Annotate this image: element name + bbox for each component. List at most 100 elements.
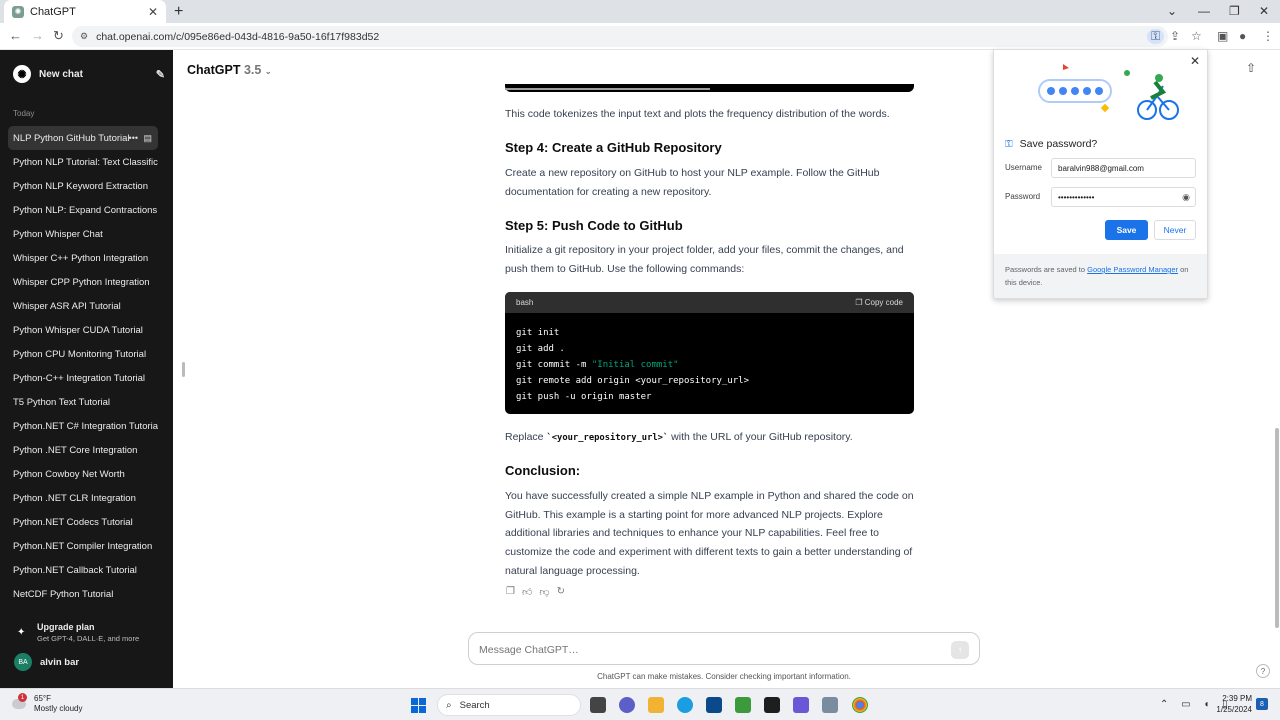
code-scrollbar[interactable]	[505, 88, 710, 90]
notepad-icon[interactable]	[735, 697, 751, 713]
reload-icon[interactable]: ↻	[53, 28, 64, 44]
edge-icon[interactable]	[677, 697, 693, 713]
copy-icon[interactable]: ❐	[506, 586, 515, 598]
edit-icon[interactable]: ✎	[156, 68, 165, 81]
sidebar-toggle-handle[interactable]	[182, 362, 185, 377]
close-tab-icon[interactable]: ✕	[148, 5, 158, 19]
conversation-item[interactable]: Whisper ASR API Tutorial	[8, 294, 158, 318]
conversation-item[interactable]: Whisper CPP Python Integration	[8, 270, 158, 294]
notification-badge[interactable]: 8	[1256, 698, 1268, 710]
address-bar[interactable]: ⚙ chat.openai.com/c/095e86ed-043d-4816-9…	[72, 26, 1168, 47]
app-icon[interactable]	[793, 697, 809, 713]
side-panel-icon[interactable]: ▣	[1217, 29, 1228, 43]
share-chat-icon[interactable]: ⇧	[1246, 61, 1256, 75]
paragraph-step5: Initialize a git repository in your proj…	[505, 244, 904, 275]
password-key-icon[interactable]: ⚿	[1147, 29, 1165, 44]
password-field[interactable]: ••••••••••••• ◉	[1051, 187, 1196, 207]
weather-temp: 65°F	[34, 694, 51, 703]
new-tab-icon[interactable]: +	[174, 3, 183, 21]
message-composer: ↑	[468, 632, 980, 665]
terminal-icon[interactable]	[764, 697, 780, 713]
user-menu[interactable]: BA alvin bar	[14, 653, 79, 671]
weather-widget[interactable]: 1 65°F Mostly cloudy	[10, 693, 83, 714]
conversation-title: T5 Python Text Tutorial	[13, 396, 110, 408]
tab-search-icon[interactable]: ⌄	[1167, 4, 1177, 18]
conversation-title: Python.NET Codecs Tutorial	[13, 516, 133, 528]
section-label-today: Today	[13, 109, 35, 118]
back-icon[interactable]: ←	[9, 28, 22, 43]
conversation-item[interactable]: Python NLP Tutorial: Text Classification	[8, 150, 158, 174]
conversation-item[interactable]: Python CPU Monitoring Tutorial	[8, 342, 158, 366]
conversation-item[interactable]: Python.NET Codecs Tutorial	[8, 510, 158, 534]
store-icon[interactable]	[706, 697, 722, 713]
avatar: BA	[14, 653, 32, 671]
minimize-icon[interactable]: —	[1198, 4, 1210, 18]
password-value: •••••••••••••	[1058, 193, 1095, 202]
conversation-item[interactable]: T5 Python Text Tutorial	[8, 390, 158, 414]
remote-desktop-icon[interactable]	[822, 697, 838, 713]
conversation-item[interactable]: Python NLP Keyword Extraction	[8, 174, 158, 198]
forward-icon[interactable]: →	[31, 28, 44, 43]
regenerate-icon[interactable]: ↻	[557, 586, 565, 598]
thumbs-up-icon[interactable]: 👍︎	[522, 586, 532, 598]
menu-icon[interactable]: ⋮	[1262, 29, 1274, 43]
conversation-item[interactable]: Python Whisper Chat	[8, 222, 158, 246]
code-line: git add .	[516, 344, 565, 354]
conversation-item[interactable]: Python .NET CLR Integration	[8, 486, 158, 510]
task-view-icon[interactable]	[590, 697, 606, 713]
dialog-title-text: Save password?	[1019, 138, 1098, 150]
save-password-dialog: ✕ ⚿ Save password? Username baralvin988@…	[993, 49, 1208, 299]
more-options-icon[interactable]: •••	[129, 133, 138, 143]
page-scrollbar[interactable]	[1274, 50, 1280, 690]
bookmark-star-icon[interactable]: ☆	[1191, 29, 1202, 43]
password-label: Password	[1005, 192, 1041, 201]
conversation-item[interactable]: Python-C++ Integration Tutorial	[8, 366, 158, 390]
dialog-footer: Passwords are saved to Google Password M…	[994, 254, 1207, 298]
windows-start-icon[interactable]	[411, 698, 427, 714]
weather-condition: Mostly cloudy	[34, 704, 83, 713]
chat-app-icon[interactable]	[619, 697, 635, 713]
upgrade-plan-button[interactable]: ✦ Upgrade plan Get GPT-4, DALL·E, and mo…	[8, 622, 165, 646]
eye-icon[interactable]: ◉	[1182, 192, 1190, 203]
new-chat-button[interactable]: ✺ New chat ✎	[8, 62, 165, 86]
conversation-item[interactable]: Python.NET Compiler Integration	[8, 534, 158, 558]
conversation-title: Python .NET CLR Integration	[13, 492, 136, 504]
never-button[interactable]: Never	[1154, 220, 1196, 240]
message-input[interactable]	[479, 641, 939, 659]
conversation-item[interactable]: NetCDF Python Tutorial	[8, 582, 158, 606]
close-icon[interactable]: ✕	[1190, 54, 1200, 68]
taskbar-search[interactable]: ⌕ Search	[437, 694, 581, 716]
file-explorer-icon[interactable]	[648, 697, 664, 713]
footer-pre: Passwords are saved to	[1005, 265, 1088, 274]
save-button[interactable]: Save	[1105, 220, 1148, 240]
conversation-item[interactable]: Python Cowboy Net Worth	[8, 462, 158, 486]
password-manager-link[interactable]: Google Password Manager	[1087, 265, 1178, 274]
site-info-icon[interactable]: ⚙	[80, 31, 88, 42]
browser-tab[interactable]: ✺ ChatGPT ✕	[4, 0, 166, 23]
username-field[interactable]: baralvin988@gmail.com	[1051, 158, 1196, 178]
close-window-icon[interactable]: ✕	[1259, 4, 1269, 18]
archive-icon[interactable]: ▤	[143, 133, 152, 144]
share-icon[interactable]: ⇪	[1170, 29, 1180, 43]
conversation-item[interactable]: Python .NET Core Integration	[8, 438, 158, 462]
conversation-item[interactable]: Python Whisper CUDA Tutorial	[8, 318, 158, 342]
chrome-icon[interactable]	[852, 697, 868, 713]
conversation-item[interactable]: Whisper C++ Python Integration	[8, 246, 158, 270]
code-string: "Initial commit"	[591, 360, 679, 370]
conversation-title: Python-C++ Integration Tutorial	[13, 372, 146, 384]
copy-code-button[interactable]: ❐ Copy code	[855, 298, 903, 307]
clock[interactable]: 2:39 PM 1/25/2024	[1212, 693, 1252, 715]
model-selector[interactable]: ChatGPT 3.5 ⌄	[187, 63, 272, 77]
scrollbar-thumb[interactable]	[1275, 428, 1279, 628]
help-icon[interactable]: ?	[1256, 664, 1270, 678]
conversation-item[interactable]: Python.NET C# Integration Tutorial	[8, 414, 158, 438]
send-icon[interactable]: ↑	[951, 641, 969, 659]
conversation-item[interactable]: Python NLP: Expand Contractions	[8, 198, 158, 222]
conversation-item[interactable]: Python.NET Callback Tutorial	[8, 558, 158, 582]
profile-icon[interactable]: ●	[1239, 29, 1246, 43]
conversation-list: NLP Python GitHub Tutorial ••• ▤ Python …	[8, 126, 158, 606]
thumbs-down-icon[interactable]: 👎︎	[539, 586, 549, 598]
restore-icon[interactable]: ❐	[1229, 4, 1240, 18]
conversation-item[interactable]: NLP Python GitHub Tutorial ••• ▤	[8, 126, 158, 150]
code-content: git init git add . git commit -m "Initia…	[505, 313, 914, 414]
